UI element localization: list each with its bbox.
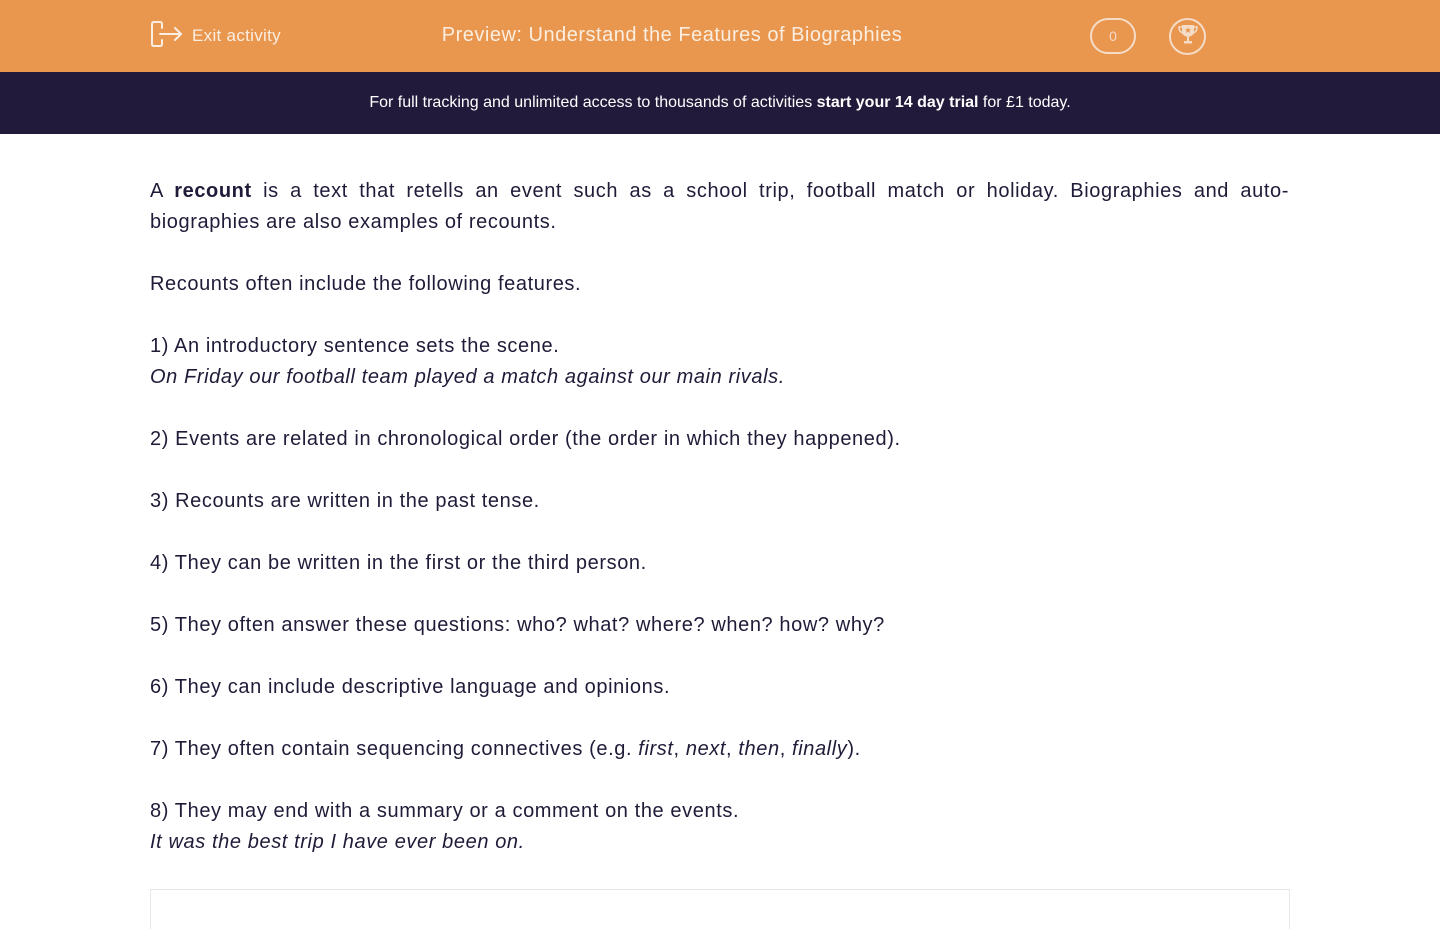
lead-sentence: Recounts often include the following fea… — [150, 273, 582, 295]
question-card — [150, 889, 1290, 929]
lesson-content: A recount is a text that retells an even… — [150, 176, 1289, 858]
page-title: Preview: Understand the Features of Biog… — [441, 24, 903, 46]
intro-paragraph: A recount is a text that retells an even… — [150, 180, 1289, 233]
banner-text-end: for £1 today. — [978, 94, 1071, 111]
keyword-recount: recount — [174, 180, 252, 202]
feature-item: 5) They often answer these questions: wh… — [150, 614, 885, 636]
feature-item: 4) They can be written in the first or t… — [150, 552, 647, 574]
feature-item: 7) They often contain sequencing connect… — [150, 738, 861, 760]
trial-banner: For full tracking and unlimited access t… — [0, 72, 1440, 134]
score-badge: 0 — [1090, 18, 1136, 54]
feature-item: 1) An introductory sentence sets the sce… — [150, 335, 560, 357]
header-bar: Exit activity Preview: Understand the Fe… — [0, 0, 1440, 72]
start-trial-link[interactable]: start your 14 day trial — [817, 94, 979, 112]
feature-example: It was the best trip I have ever been on… — [150, 831, 525, 853]
feature-item: 3) Recounts are written in the past tens… — [150, 490, 540, 512]
trophy-icon — [1176, 22, 1200, 51]
feature-item: 8) They may end with a summary or a comm… — [150, 800, 740, 822]
feature-item: 2) Events are related in chronological o… — [150, 428, 901, 450]
banner-text: For full tracking and unlimited access t… — [369, 94, 817, 111]
trophy-button[interactable] — [1169, 18, 1206, 55]
feature-item: 6) They can include descriptive language… — [150, 676, 671, 698]
feature-example: On Friday our football team played a mat… — [150, 366, 785, 388]
